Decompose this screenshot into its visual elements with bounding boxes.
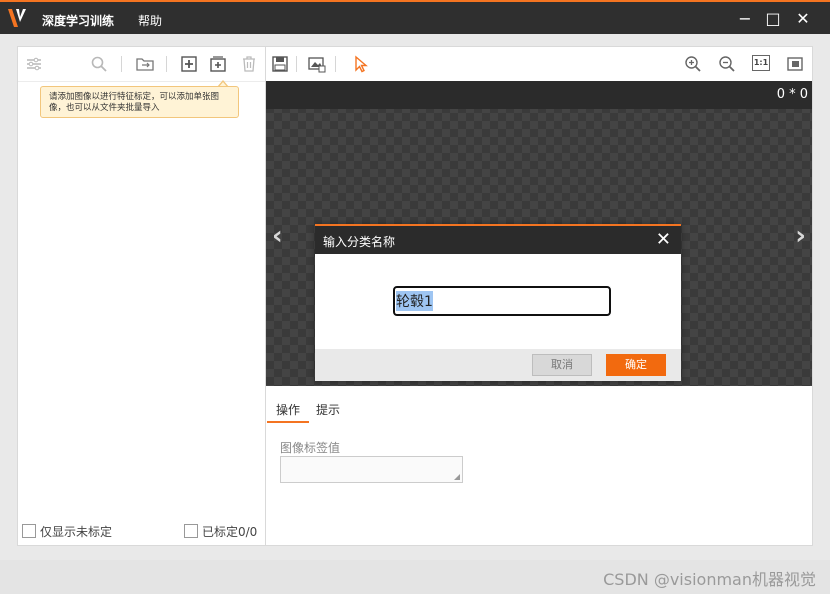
dialog-footer: 取消 确定 — [315, 349, 681, 381]
only-unlabeled-checkbox[interactable]: 仅显示未标定 — [22, 522, 112, 540]
checkbox-box[interactable] — [184, 524, 198, 538]
app-logo-icon — [8, 9, 26, 27]
only-unlabeled-label: 仅显示未标定 — [40, 524, 113, 539]
zoom-out-icon[interactable] — [718, 55, 736, 73]
resize-grip-icon[interactable] — [454, 474, 460, 480]
image-import-icon[interactable] — [308, 55, 326, 73]
actual-size-icon[interactable]: 1:1 — [752, 55, 770, 71]
add-image-icon[interactable] — [180, 55, 198, 73]
labeled-count-label: 已标定0/0 — [202, 524, 258, 539]
search-icon[interactable] — [90, 55, 108, 73]
toolbar-separator — [335, 56, 336, 72]
title-bar: 深度学习训练 帮助 − □ ✕ — [0, 0, 830, 34]
image-tag-input[interactable] — [280, 456, 463, 483]
fit-window-icon[interactable] — [786, 55, 804, 73]
category-name-input[interactable] — [392, 285, 612, 317]
minimize-button[interactable]: − — [734, 8, 756, 30]
pointer-icon[interactable] — [352, 55, 370, 73]
toolbar-separator — [121, 56, 122, 72]
next-image-arrow[interactable]: › — [795, 221, 806, 251]
checkbox-box[interactable] — [22, 524, 36, 538]
folder-move-icon[interactable] — [136, 55, 154, 73]
save-icon[interactable] — [271, 55, 289, 73]
close-button[interactable]: ✕ — [792, 8, 814, 30]
zoom-in-icon[interactable] — [684, 55, 702, 73]
toolbar-separator — [296, 56, 297, 72]
image-size-readout: 0 * 0 — [776, 87, 808, 102]
labeled-checkbox[interactable]: 已标定0/0 — [184, 522, 257, 540]
filter-icon[interactable] — [25, 55, 43, 73]
prev-image-arrow[interactable]: ‹ — [272, 221, 283, 251]
add-multiple-icon[interactable] — [209, 55, 227, 73]
app-title: 深度学习训练 — [42, 14, 115, 28]
ok-button[interactable]: 确定 — [606, 354, 666, 376]
dialog-title: 输入分类名称 — [323, 235, 396, 249]
add-image-tooltip: 请添加图像以进行特征标定，可以添加单张图像，也可以从文件夹批量导入 — [40, 86, 239, 118]
dialog-close-icon[interactable]: ✕ — [656, 229, 671, 250]
canvas-header: 0 * 0 — [266, 81, 812, 109]
tab-hints[interactable]: 提示 — [316, 401, 340, 418]
maximize-button[interactable]: □ — [762, 8, 784, 30]
tab-operations[interactable]: 操作 — [276, 401, 300, 418]
viewer-toolbar: 1:1 — [266, 47, 812, 81]
active-tab-indicator — [267, 421, 309, 423]
delete-icon[interactable] — [240, 55, 258, 73]
watermark-text: CSDN @visionman机器视觉 — [603, 570, 816, 589]
menu-help[interactable]: 帮助 — [138, 12, 162, 29]
dialog-title-bar: 输入分类名称 ✕ — [315, 224, 681, 254]
image-list-pane: 请添加图像以进行特征标定，可以添加单张图像，也可以从文件夹批量导入 仅显示未标定… — [18, 47, 266, 545]
image-tag-label: 图像标签值 — [280, 441, 341, 455]
cancel-button[interactable]: 取消 — [532, 354, 592, 376]
image-list-toolbar — [18, 47, 265, 82]
category-name-dialog: 输入分类名称 ✕ 取消 确定 — [315, 224, 681, 381]
toolbar-separator — [166, 56, 167, 72]
